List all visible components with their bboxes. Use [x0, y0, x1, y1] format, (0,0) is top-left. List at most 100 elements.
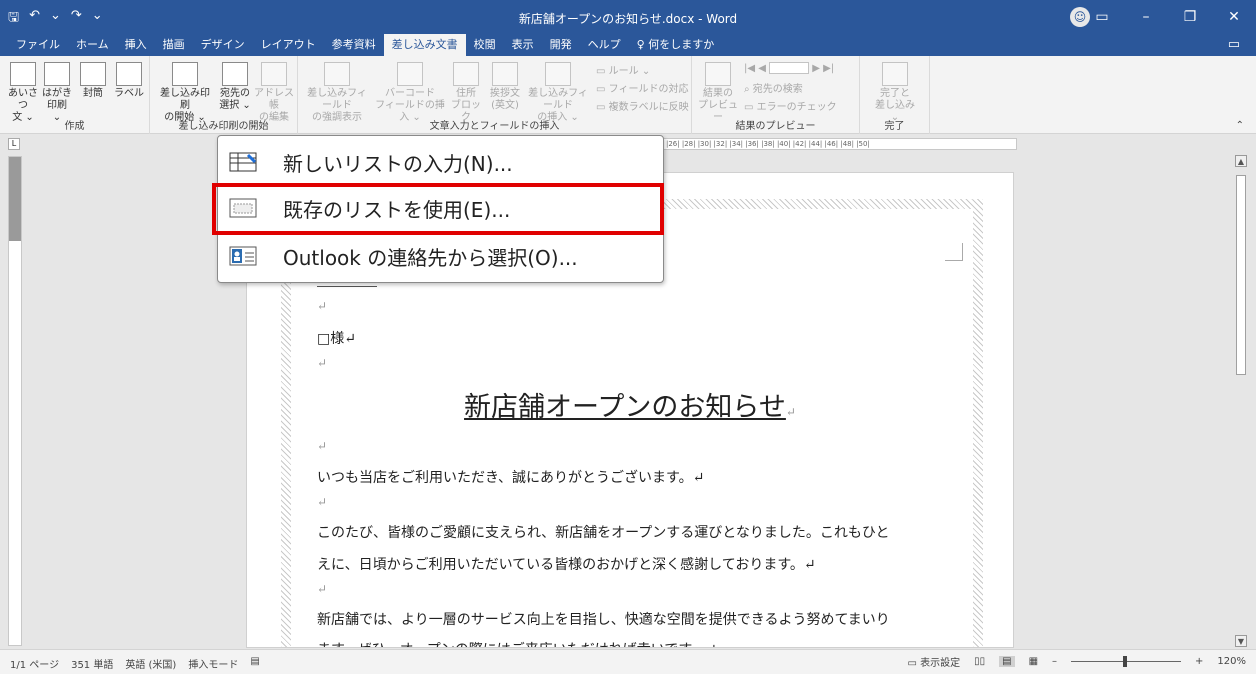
collapse-ribbon-icon[interactable]: ⌃: [1236, 120, 1244, 131]
tab-insert[interactable]: 挿入: [117, 34, 155, 56]
close-icon[interactable]: ✕: [1212, 0, 1256, 34]
word-count[interactable]: 351 単語: [71, 656, 113, 671]
body-paragraph-1: いつも当店をご利用いただき、誠にありがとうございます。↵: [317, 470, 705, 486]
record-navigation[interactable]: |◀ ◀ ▶ ▶|: [744, 62, 834, 74]
ruler-numbers: |26| |28| |30| |32| |34| |36| |38| |40| …: [666, 140, 870, 148]
body-paragraph-3-line-2: ます。ぜひ、オープンの際にはご来店いただければ幸いです。↵: [317, 639, 717, 647]
tab-selector[interactable]: L: [8, 138, 20, 150]
check-errors-button[interactable]: ▭ エラーのチェック: [744, 98, 837, 113]
tab-references[interactable]: 参考資料: [324, 34, 384, 56]
update-labels-label: 複数ラベルに反映: [608, 102, 689, 113]
web-layout-icon[interactable]: ▦: [1029, 656, 1038, 667]
tab-mailings[interactable]: 差し込み文書: [383, 34, 466, 56]
recipient-line: □様↵: [317, 331, 356, 347]
group-create: あいさつ 文 ⌄ はがき 印刷 ⌄ 封筒 ラベル 作成: [0, 56, 150, 134]
insert-barcode-button[interactable]: バーコード フィールドの挿入 ⌄: [374, 62, 446, 124]
tab-home[interactable]: ホーム: [68, 34, 117, 56]
tell-me-search[interactable]: ♀ 何をしますか: [629, 34, 723, 56]
heading-text: 新店舗オープンのお知らせ: [464, 392, 786, 423]
tab-help[interactable]: ヘルプ: [580, 34, 629, 56]
edit-recipient-list-icon: [261, 62, 287, 86]
match-fields-label: フィールドの対応: [608, 84, 689, 95]
tab-review[interactable]: 校閲: [466, 34, 504, 56]
envelope-label: 封筒: [83, 88, 103, 99]
insert-merge-field-button[interactable]: 差し込みフィールド の挿入 ⌄: [526, 62, 590, 124]
greeting-card-button[interactable]: あいさつ 文 ⌄: [6, 62, 40, 124]
outlook-contacts-icon: [228, 245, 258, 267]
language-indicator[interactable]: 英語 (米国): [125, 656, 176, 671]
address-block-button[interactable]: 住所 ブロック: [448, 62, 484, 124]
label-label: ラベル: [114, 88, 144, 99]
finish-merge-icon: [882, 62, 908, 86]
start-mail-merge-button[interactable]: 差し込み印刷 の開始 ⌄: [158, 62, 212, 124]
group-write-insert-label: 文章入力とフィールドの挿入: [429, 121, 560, 132]
zoom-slider-thumb[interactable]: [1123, 656, 1128, 667]
record-number-field[interactable]: [769, 62, 810, 74]
read-mode-icon[interactable]: ▯▯: [974, 656, 985, 667]
menu-item-new-list-label: 新しいリストの入力(N)...: [283, 151, 513, 176]
zoom-out-icon[interactable]: –: [1052, 656, 1057, 667]
tab-view[interactable]: 表示: [504, 34, 542, 56]
rules-label: ルール ⌄: [608, 66, 651, 77]
highlight-merge-fields-icon: [324, 62, 350, 86]
vertical-ruler[interactable]: [8, 156, 22, 646]
group-preview-label: 結果のプレビュー: [735, 121, 816, 132]
barcode-icon: [397, 62, 423, 86]
find-recipient-label: 宛先の検索: [752, 84, 803, 95]
postcard-button[interactable]: はがき 印刷 ⌄: [42, 62, 72, 124]
print-layout-icon[interactable]: ▤: [999, 656, 1015, 667]
paragraph-mark: ↵: [317, 299, 328, 313]
select-recipients-label: 宛先の 選択 ⌄: [219, 88, 251, 111]
tab-developer[interactable]: 開発: [542, 34, 580, 56]
greeting-line-label: 挨拶文 (英文): [490, 88, 520, 111]
comments-icon[interactable]: ▭: [1228, 37, 1240, 52]
tab-file[interactable]: ファイル: [8, 34, 68, 56]
vertical-scrollbar[interactable]: ▲ ▼: [1234, 153, 1248, 649]
preview-results-button[interactable]: 結果の プレビュー: [698, 62, 738, 124]
underlined-text-fragment: [317, 286, 377, 287]
update-labels-button[interactable]: ▭ 複数ラベルに反映: [596, 98, 689, 113]
scrollbar-thumb[interactable]: [1236, 175, 1246, 375]
tab-layout[interactable]: レイアウト: [253, 34, 324, 56]
new-list-icon: [228, 151, 258, 173]
zoom-in-icon[interactable]: +: [1195, 656, 1203, 667]
group-finish-label: 完了: [884, 121, 905, 132]
menu-item-outlook-contacts[interactable]: Outlook の連絡先から選択(O)...: [218, 234, 663, 278]
ruler-top-margin: [9, 157, 21, 241]
scroll-down-icon[interactable]: ▼: [1235, 635, 1247, 647]
ribbon-display-options-icon[interactable]: ▭: [1080, 0, 1124, 34]
find-recipient-button[interactable]: ⌕ 宛先の検索: [744, 80, 803, 95]
restore-icon[interactable]: ❐: [1168, 0, 1212, 34]
scroll-up-icon[interactable]: ▲: [1235, 155, 1247, 167]
zoom-slider[interactable]: [1071, 656, 1182, 667]
minimize-icon[interactable]: –: [1124, 0, 1168, 34]
text-boundary-corner: [945, 243, 963, 261]
label-button[interactable]: ラベル: [114, 62, 144, 100]
display-settings-label: 表示設定: [920, 658, 961, 669]
paragraph-mark: ↵: [317, 439, 328, 453]
insert-mode-indicator[interactable]: 挿入モード: [188, 656, 238, 671]
rules-button[interactable]: ▭ ルール ⌄: [596, 62, 650, 77]
zoom-level[interactable]: 120%: [1217, 656, 1246, 667]
edit-recipient-list-button[interactable]: アドレス帳 の編集: [254, 62, 294, 124]
page-count[interactable]: 1/1 ページ: [10, 656, 59, 671]
tab-draw[interactable]: 描画: [155, 34, 193, 56]
postcard-icon: [44, 62, 70, 86]
menu-item-new-list[interactable]: 新しいリストの入力(N)...: [218, 140, 663, 184]
body-paragraph-3-line-1: 新店舗では、より一層のサービス向上を目指し、快適な空間を提供できるよう努めてまい…: [317, 612, 890, 628]
envelope-button[interactable]: 封筒: [78, 62, 108, 100]
tab-design[interactable]: デザイン: [193, 34, 253, 56]
match-fields-button[interactable]: ▭ フィールドの対応: [596, 80, 688, 95]
greeting-line-button[interactable]: 挨拶文 (英文): [486, 62, 524, 112]
title-bar: 🖫 ↶ ⌄ ↷ ⌄ 新店舗オープンのお知らせ.docx - Word ☺ ▭ –…: [0, 0, 1256, 34]
document-heading: 新店舗オープンのお知らせ↵: [247, 385, 1013, 424]
display-settings-button[interactable]: ▭ 表示設定: [907, 654, 960, 669]
check-errors-label: エラーのチェック: [756, 102, 837, 113]
finish-merge-button[interactable]: 完了と 差し込み ⌄: [870, 62, 920, 124]
highlight-merge-fields-button[interactable]: 差し込みフィールド の強調表示: [304, 62, 370, 124]
macro-recording-icon[interactable]: ▤: [250, 656, 259, 671]
insert-merge-field-icon: [545, 62, 571, 86]
red-highlight-annotation: [212, 183, 664, 235]
select-recipients-button[interactable]: 宛先の 選択 ⌄: [218, 62, 252, 112]
paragraph-mark: ↵: [317, 495, 328, 509]
